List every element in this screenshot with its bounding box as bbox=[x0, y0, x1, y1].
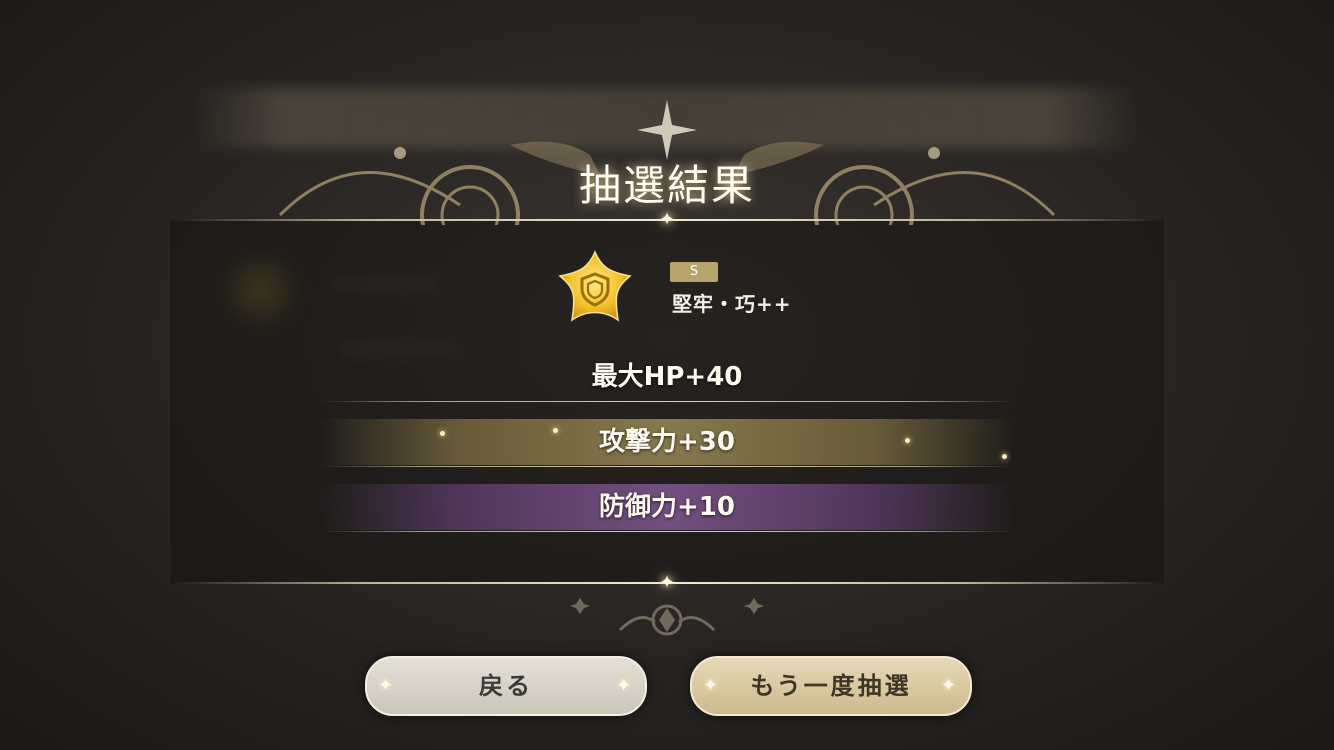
sparkle-icon: ✦ bbox=[615, 675, 635, 696]
sparkle-icon: ✦ bbox=[702, 675, 722, 696]
back-button-label: 戻る bbox=[479, 672, 533, 700]
draw-again-button-label: もう一度抽選 bbox=[750, 672, 912, 700]
sparkle-dot bbox=[1002, 454, 1007, 459]
back-button[interactable]: ✦ 戻る ✦ bbox=[365, 656, 647, 716]
stat-row-defense: 防御力+10 bbox=[320, 484, 1014, 530]
draw-again-button[interactable]: ✦ もう一度抽選 ✦ bbox=[690, 656, 972, 716]
bottom-divider-sparkle-icon: ✦ bbox=[659, 572, 675, 593]
sparkle-dot bbox=[440, 431, 445, 436]
sparkle-dot bbox=[553, 428, 558, 433]
item-name: 堅牢・巧++ bbox=[672, 292, 792, 316]
gold-star-shield-icon bbox=[558, 250, 632, 322]
stat-divider bbox=[320, 466, 1014, 467]
rank-badge: S bbox=[670, 262, 718, 282]
sparkle-icon: ✦ bbox=[377, 675, 397, 696]
stat-row-attack: 攻撃力+30 bbox=[320, 419, 1014, 465]
stat-row-max-hp: 最大HP+40 bbox=[591, 362, 743, 392]
stat-divider bbox=[320, 401, 1014, 402]
bottom-ornament bbox=[570, 598, 764, 636]
sparkle-dot bbox=[905, 438, 910, 443]
stat-divider bbox=[320, 531, 1014, 532]
top-divider-sparkle-icon: ✦ bbox=[659, 209, 675, 230]
sparkle-icon: ✦ bbox=[940, 675, 960, 696]
dialog-title: 抽選結果 bbox=[578, 161, 755, 210]
